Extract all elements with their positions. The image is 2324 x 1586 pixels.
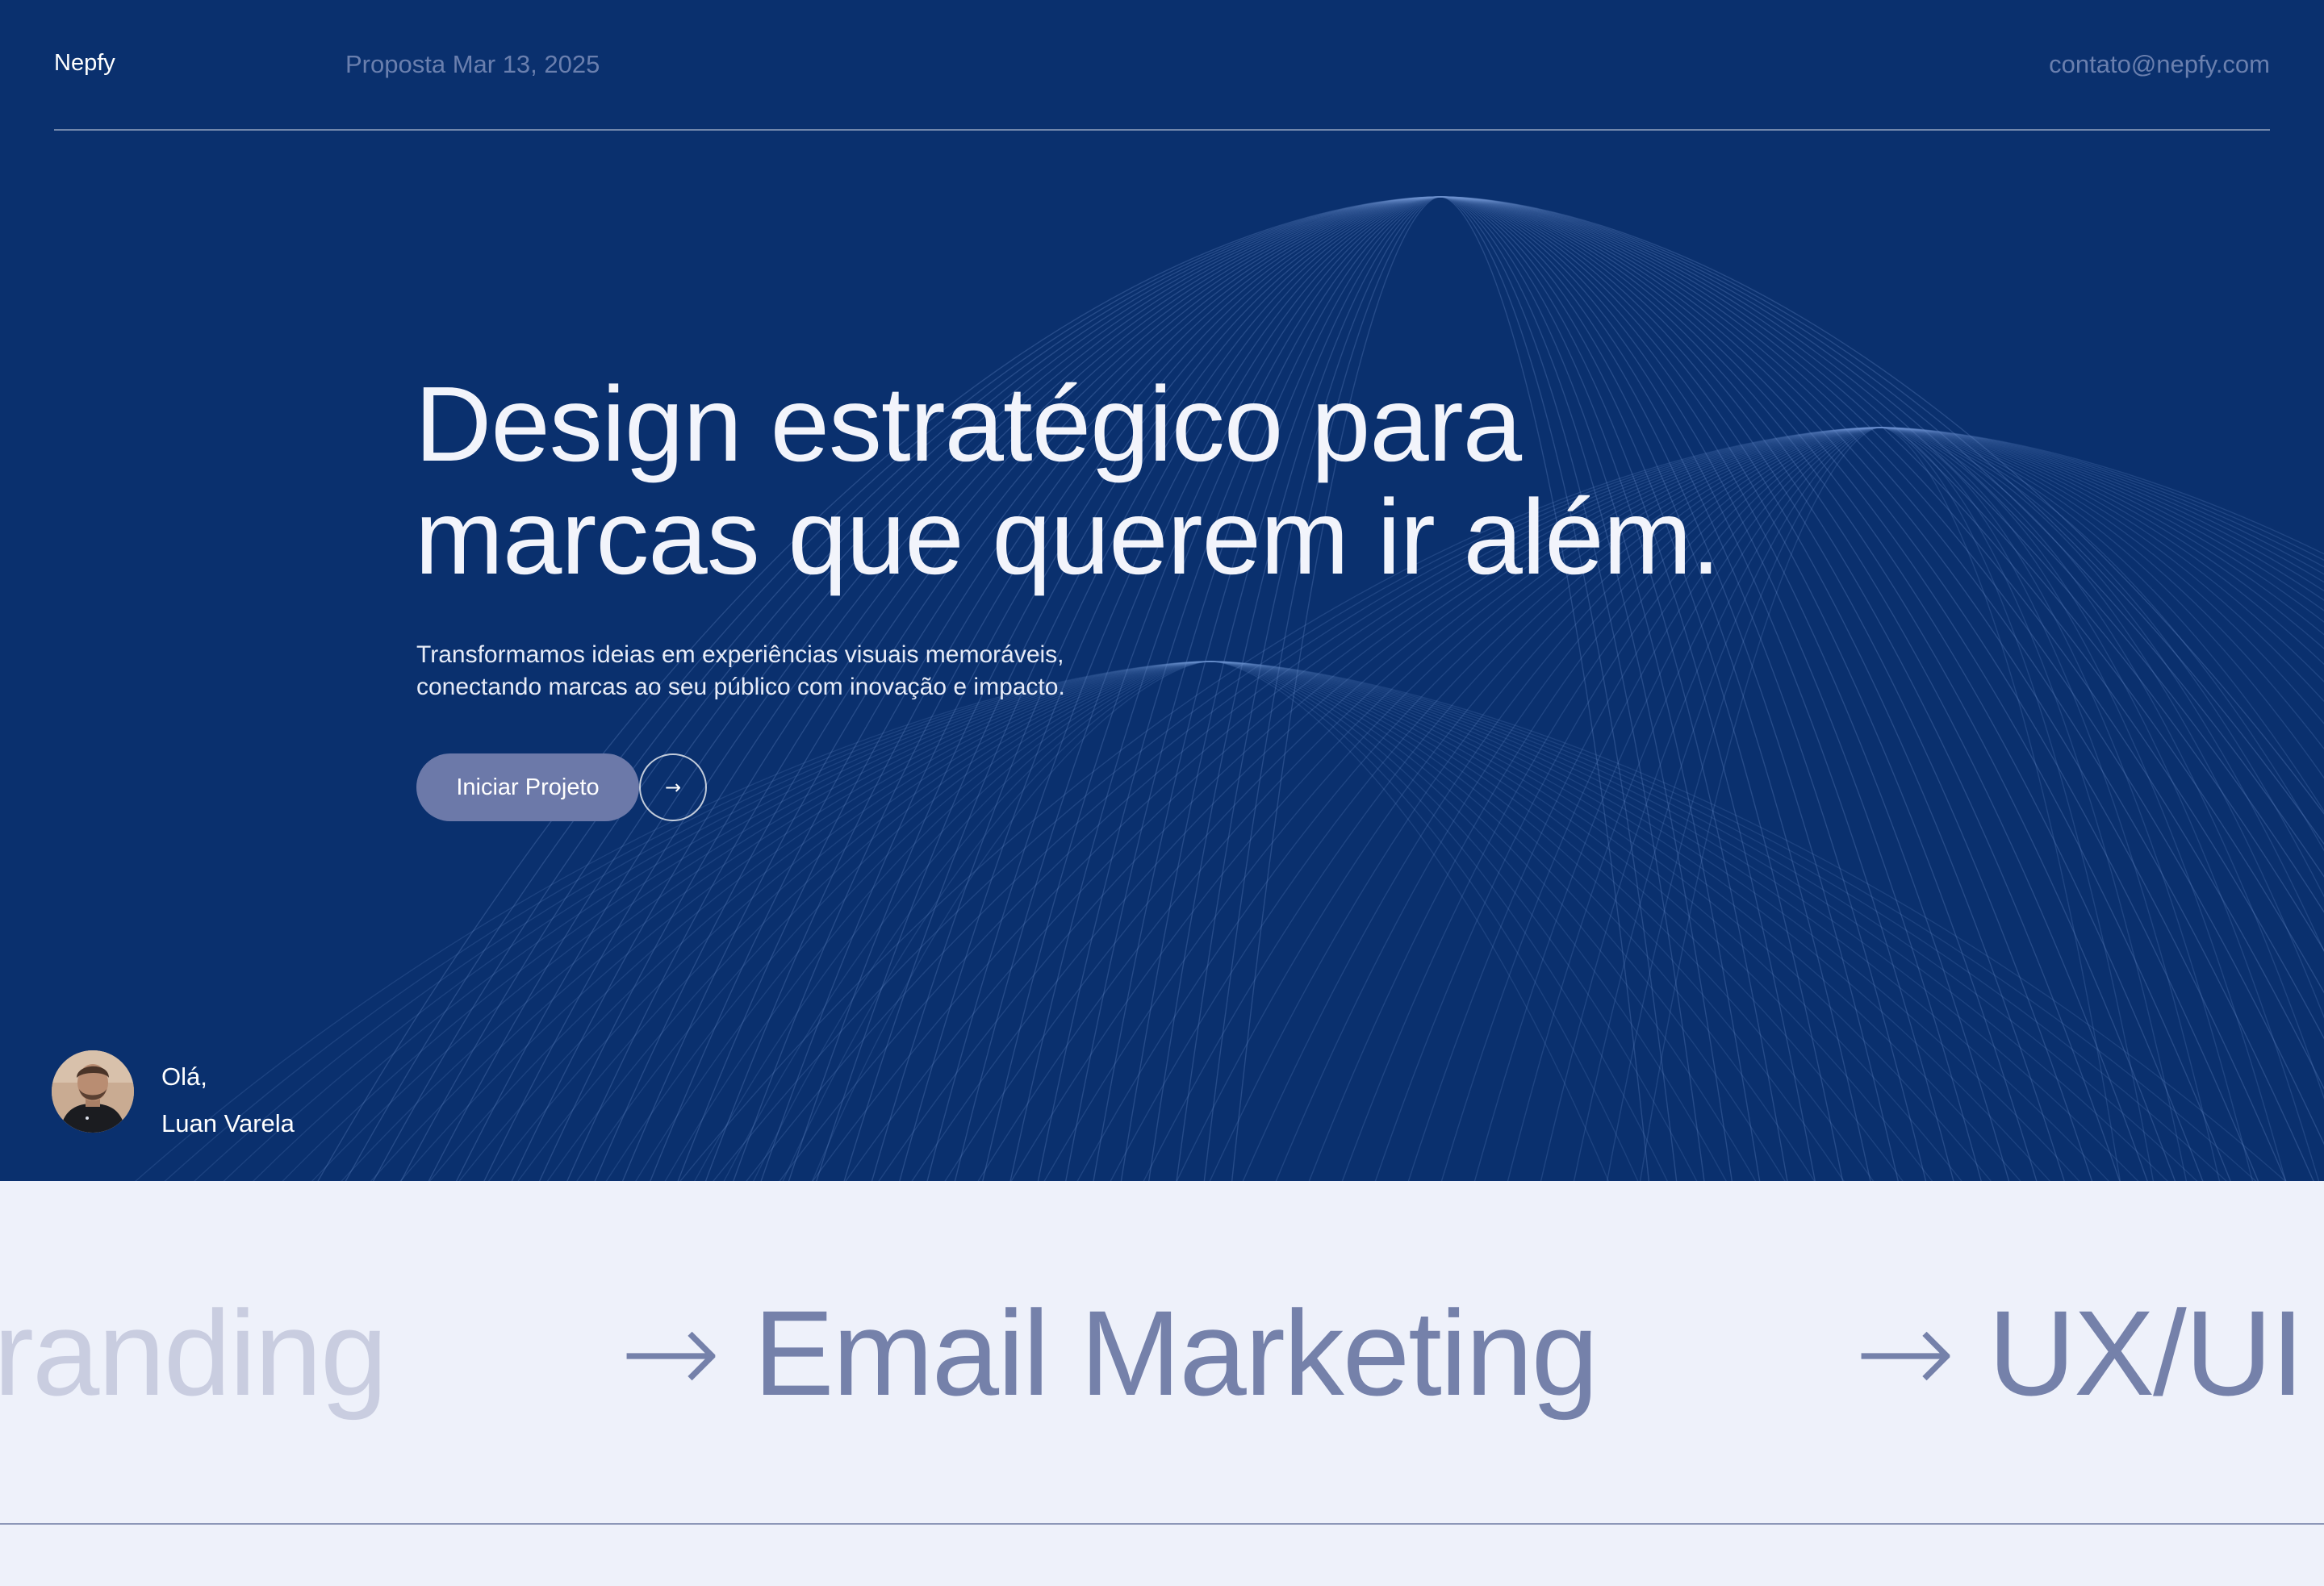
headline-line-1: Design estratégico para bbox=[415, 365, 1522, 483]
marquee-item-branding: randing bbox=[0, 1181, 387, 1523]
arrow-right-icon[interactable]: → bbox=[639, 753, 707, 821]
wave-line bbox=[311, 661, 2109, 1181]
greeting-text: Olá, bbox=[161, 1062, 207, 1091]
wave-line bbox=[458, 661, 1962, 1181]
wave-line bbox=[282, 661, 2139, 1181]
top-bar: Nepfy Proposta Mar 13, 2025 contato@nepf… bbox=[54, 0, 2270, 131]
wave-line bbox=[635, 661, 1786, 1181]
marquee-item-label: randing bbox=[0, 1284, 387, 1421]
services-marquee: randing → Email Marketing → UX/UI bbox=[0, 1181, 2324, 1525]
wave-line bbox=[487, 661, 1933, 1181]
arrow-right-icon: → bbox=[620, 1283, 721, 1423]
subtext-line-2: conectando marcas ao seu público com ino… bbox=[416, 674, 1065, 700]
wave-line bbox=[1176, 196, 1705, 1181]
start-project-button[interactable]: Iniciar Projeto bbox=[416, 753, 639, 821]
wave-line bbox=[428, 661, 1992, 1181]
marquee-item-label: UX/UI bbox=[1988, 1284, 2305, 1421]
wave-line bbox=[164, 661, 2257, 1181]
marquee-item-email-marketing: → Email Marketing bbox=[620, 1181, 1599, 1523]
avatar bbox=[52, 1050, 134, 1133]
subtext-line-1: Transformamos ideias em experiências vis… bbox=[416, 641, 1064, 668]
wave-line bbox=[605, 661, 1816, 1181]
marquee-item-ux-ui: → UX/UI bbox=[1854, 1181, 2305, 1523]
wave-line bbox=[223, 661, 2198, 1181]
client-name: Luan Varela bbox=[161, 1109, 295, 1137]
wave-line bbox=[576, 661, 1845, 1181]
hero-section: Nepfy Proposta Mar 13, 2025 contato@nepf… bbox=[0, 0, 2324, 1181]
contact-email-link[interactable]: contato@nepfy.com bbox=[2049, 50, 2270, 79]
client-greeting: Olá, Luan Varela bbox=[161, 1054, 295, 1147]
arrow-right-icon: → bbox=[1854, 1283, 1956, 1423]
hero-headline: Design estratégico para marcas que quere… bbox=[415, 368, 1867, 594]
wave-line bbox=[1231, 196, 1649, 1181]
wave-line bbox=[782, 661, 1639, 1181]
headline-line-2: marcas que querem ir além. bbox=[415, 478, 1720, 596]
wave-line bbox=[517, 661, 1904, 1181]
proposal-date: Proposta Mar 13, 2025 bbox=[345, 50, 600, 78]
brand-logo: Nepfy bbox=[54, 50, 115, 76]
wave-line bbox=[664, 661, 1757, 1181]
marquee-item-label: Email Marketing bbox=[753, 1284, 1599, 1421]
hero-subtext: Transformamos ideias em experiências vis… bbox=[416, 639, 1223, 703]
person-portrait-icon bbox=[52, 1050, 134, 1133]
wave-line bbox=[135, 661, 2286, 1181]
wave-line bbox=[253, 661, 2168, 1181]
wave-line bbox=[812, 661, 1609, 1181]
wave-line bbox=[753, 661, 1668, 1181]
